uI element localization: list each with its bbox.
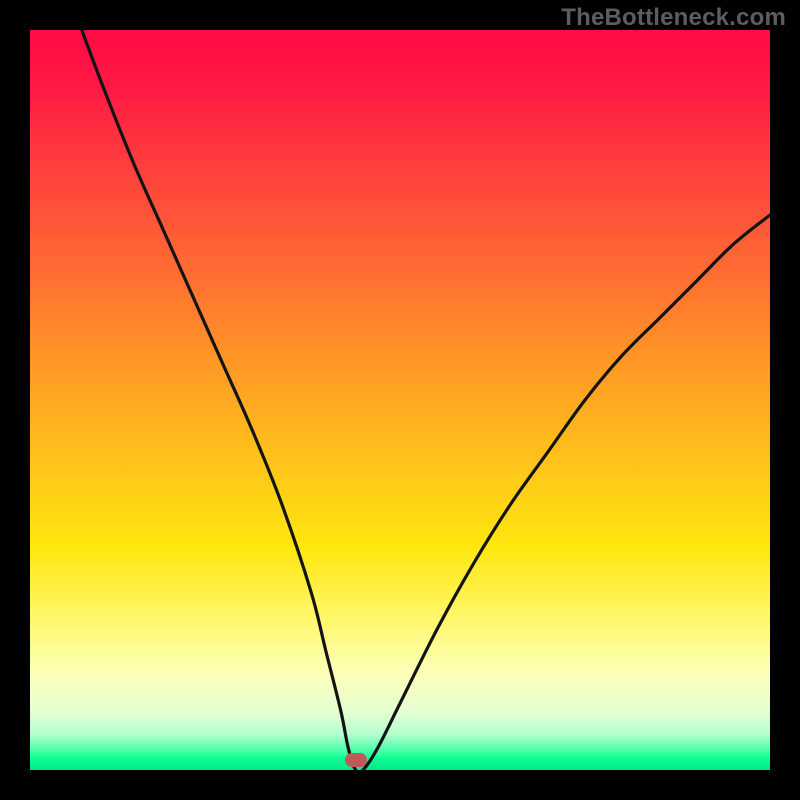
optimum-marker <box>345 753 367 767</box>
bottleneck-curve <box>30 30 770 770</box>
plot-area <box>30 30 770 770</box>
curve-path <box>82 30 770 770</box>
watermark-text: TheBottleneck.com <box>561 4 786 32</box>
chart-frame: TheBottleneck.com <box>0 0 800 800</box>
